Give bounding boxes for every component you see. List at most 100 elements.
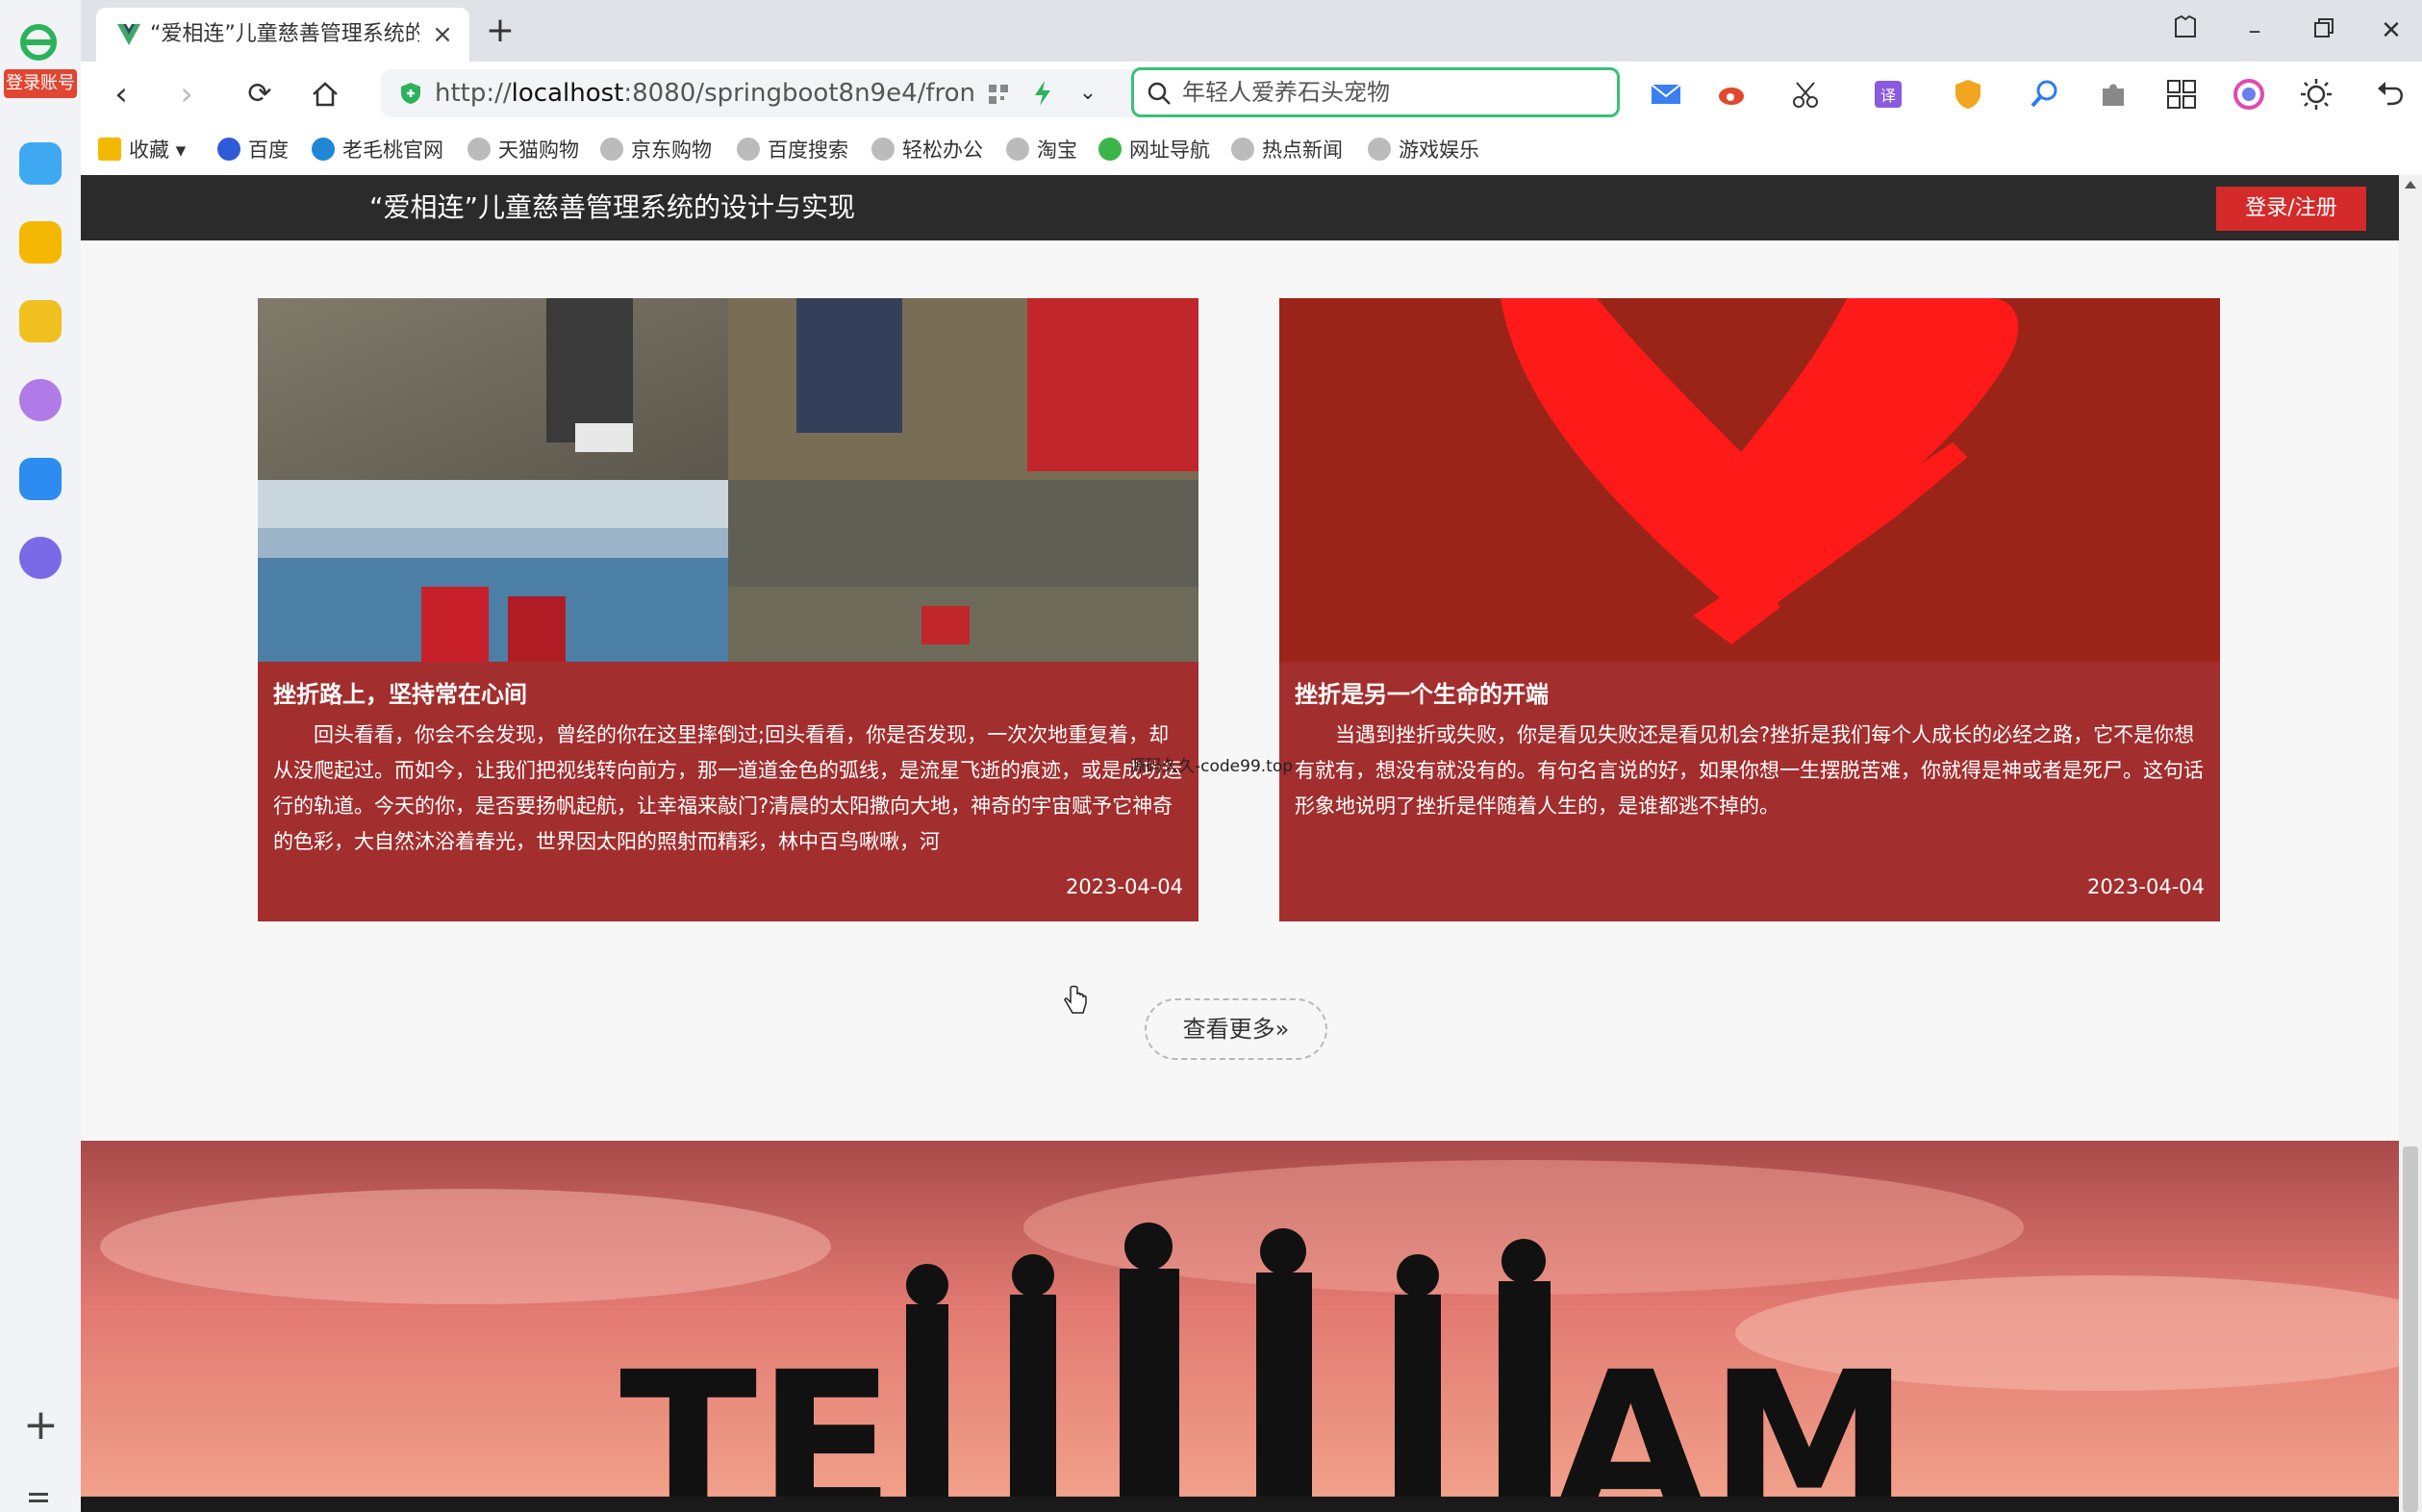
search-icon (1148, 82, 1171, 105)
close-window-icon[interactable]: ✕ (2372, 13, 2410, 48)
bookmark-label: 网址导航 (1129, 139, 1210, 162)
url-path: :8080/springboot8n9e4/front/( (623, 79, 973, 108)
article-excerpt: 当遇到挫折或失败，你是看见失败还是看见机会?挫折是我们每个人成长的必经之路，它不… (1295, 723, 2204, 818)
bookmark-label: 淘宝 (1037, 139, 1077, 162)
shield-coin-icon[interactable] (1951, 77, 1985, 112)
search-query: 年轻人爱养石头宠物 (1182, 79, 1390, 106)
login-account-badge[interactable]: 登录账号 (4, 69, 77, 98)
team-banner-image: TE AM (81, 1141, 2399, 1512)
globe-icon (737, 138, 760, 161)
new-tab-icon[interactable]: + (481, 12, 519, 50)
bookmark-news[interactable]: 热点新闻 (1231, 125, 1343, 175)
forward-icon[interactable]: › (167, 75, 206, 113)
bookmark-baidu[interactable]: 百度 (217, 125, 289, 175)
bookmark-label: 百度搜索 (768, 139, 848, 162)
bookmark-office[interactable]: 轻松办公 (871, 125, 983, 175)
article-excerpt: 回头看看，你会不会发现，曾经的你在这里摔倒过;回头看看，你是否发现，一次次地重复… (273, 723, 1182, 853)
url-prefix: http:// (435, 79, 512, 108)
browser-logo-icon[interactable] (17, 23, 63, 62)
reload-icon[interactable]: ⟳ (240, 75, 279, 113)
globe-icon (1368, 138, 1391, 161)
bookmark-jd[interactable]: 京东购物 (600, 125, 712, 175)
bookmarks-bar: 收藏 ▾ 百度 老毛桃官网 天猫购物 京东购物 百度搜索 轻松办公 淘宝 网址导… (81, 125, 2422, 176)
bookmark-label: 轻松办公 (902, 139, 983, 162)
magnifier-tool-icon[interactable] (2028, 77, 2062, 112)
app-plus-icon[interactable] (19, 142, 62, 185)
shirt-skin-icon[interactable] (2166, 13, 2205, 48)
nav-star-icon (1098, 138, 1122, 161)
globe-icon (871, 138, 895, 161)
globe-icon (600, 138, 623, 161)
tab-close-icon[interactable]: × (429, 21, 456, 48)
page-viewport: “爱相连”儿童慈善管理系统的设计与实现 登录/注册 挫折路上，坚持常在心间 回头… (81, 175, 2399, 1512)
back-icon[interactable]: ‹ (102, 75, 140, 113)
page-scrollbar[interactable] (2399, 175, 2422, 1512)
star-favorites-icon[interactable] (19, 221, 62, 264)
svg-text:AM: AM (1552, 1328, 1910, 1512)
url-text: http://localhost:8080/springboot8n9e4/fr… (435, 69, 973, 117)
extension-puzzle-icon[interactable] (2097, 77, 2132, 112)
article-card[interactable]: 挫折是另一个生命的开端 当遇到挫折或失败，你是看见失败还是看见机会?挫折是我们每… (1279, 298, 2220, 921)
bookmark-laomaotao[interactable]: 老毛桃官网 (312, 125, 443, 175)
volunteers-photo (258, 298, 1198, 662)
bookmark-label: 百度 (248, 139, 289, 162)
globe-icon (1231, 138, 1254, 161)
address-bar[interactable]: http://localhost:8080/springboot8n9e4/fr… (381, 69, 1189, 117)
view-more-button[interactable]: 查看更多» (1145, 998, 1327, 1060)
navigation-bar: ‹ › ⟳ http://localhost:8080/springboot8n… (81, 62, 2422, 125)
robot-icon[interactable] (19, 300, 62, 342)
chevron-down-icon[interactable]: ⌄ (1073, 79, 1102, 108)
url-host: localhost (511, 79, 624, 108)
bookmark-label: 收藏 (129, 139, 169, 162)
article-title[interactable]: 挫折是另一个生命的开端 (1295, 675, 1549, 709)
browser-sidebar: 登录账号 + (0, 0, 82, 1512)
apps-grid-icon[interactable] (2164, 77, 2199, 112)
mail-icon[interactable] (1649, 77, 1683, 112)
brightness-icon[interactable] (2299, 77, 2334, 112)
minimize-icon[interactable]: – (2235, 13, 2274, 48)
article-title[interactable]: 挫折路上，坚持常在心间 (273, 675, 527, 709)
site-header: “爱相连”儿童慈善管理系统的设计与实现 登录/注册 (81, 175, 2399, 240)
article-date: 2023-04-04 (1065, 875, 1183, 898)
ai-ring-icon[interactable] (2232, 77, 2266, 112)
chat-bot-icon[interactable] (19, 537, 62, 579)
bookmark-taobao[interactable]: 淘宝 (1006, 125, 1077, 175)
vue-favicon-icon (117, 24, 140, 45)
list-icon[interactable] (27, 1489, 50, 1512)
star-icon (98, 138, 121, 161)
tab-bar: “爱相连”儿童慈善管理系统的设计 × + – ✕ (81, 0, 2422, 62)
svg-text:译: 译 (1880, 87, 1896, 105)
search-input[interactable]: 年轻人爱养石头宠物 (1131, 67, 1620, 117)
home-icon[interactable] (306, 75, 344, 113)
scroll-up-arrow-icon[interactable] (2405, 181, 2416, 189)
restore-icon[interactable] (2305, 13, 2343, 48)
globe-icon (1006, 138, 1029, 161)
lightning-icon[interactable] (1031, 79, 1054, 108)
svg-text:TE: TE (619, 1328, 896, 1512)
add-icon[interactable]: + (23, 1404, 59, 1447)
bookmark-label: 热点新闻 (1262, 139, 1343, 162)
bookmark-tmall[interactable]: 天猫购物 (467, 125, 579, 175)
browser-tab[interactable]: “爱相连”儿童慈善管理系统的设计 × (96, 8, 469, 62)
ai-icon[interactable] (19, 458, 62, 500)
bookmark-label: 京东购物 (631, 139, 712, 162)
site-title: “爱相连”儿童慈善管理系统的设计与实现 (369, 191, 856, 223)
bookmark-games[interactable]: 游戏娱乐 (1368, 125, 1479, 175)
secure-shield-icon (401, 83, 420, 104)
translate-icon[interactable]: 译 (1872, 77, 1906, 112)
bookmark-label: 老毛桃官网 (342, 139, 443, 162)
tab-title: “爱相连”儿童慈善管理系统的设计 (150, 22, 419, 46)
scissors-icon[interactable] (1789, 77, 1824, 112)
bookmark-nav[interactable]: 网址导航 (1098, 125, 1210, 175)
bookmark-label: 天猫购物 (498, 139, 579, 162)
qr-code-icon[interactable] (987, 83, 1010, 106)
ai-assistant-icon[interactable] (19, 379, 62, 421)
bookmark-baidu-search[interactable]: 百度搜索 (737, 125, 848, 175)
undo-icon[interactable] (2374, 77, 2409, 112)
bookmark-favorites[interactable]: 收藏 ▾ (98, 125, 186, 175)
article-card[interactable]: 挫折路上，坚持常在心间 回头看看，你会不会发现，曾经的你在这里摔倒过;回头看看，… (258, 298, 1198, 921)
login-register-button[interactable]: 登录/注册 (2216, 187, 2366, 231)
scrollbar-thumb[interactable] (2403, 1147, 2418, 1512)
weibo-icon[interactable] (1716, 77, 1751, 112)
article-date: 2023-04-04 (2086, 875, 2205, 898)
